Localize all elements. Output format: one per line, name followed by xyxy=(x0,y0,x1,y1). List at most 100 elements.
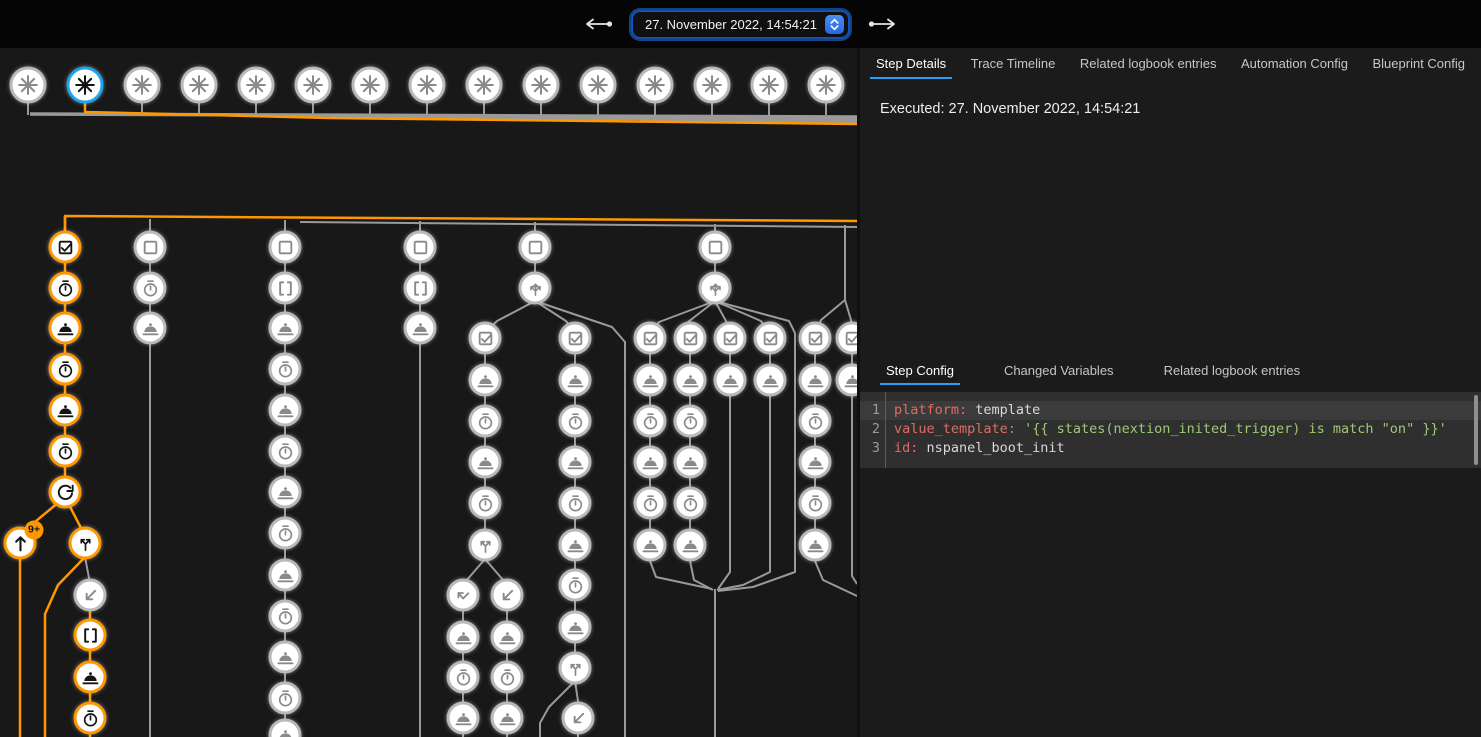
graph-node-timer[interactable] xyxy=(269,682,302,715)
graph-node-timer[interactable] xyxy=(269,517,302,550)
graph-node-timer[interactable] xyxy=(674,487,707,520)
graph-node-asterisk[interactable] xyxy=(67,67,104,104)
next-run-button[interactable] xyxy=(864,14,902,34)
graph-node-checkbox-marked[interactable] xyxy=(49,231,82,264)
graph-node-timer[interactable] xyxy=(49,272,82,305)
graph-node-timer[interactable] xyxy=(49,353,82,386)
graph-node-asterisk[interactable] xyxy=(238,67,275,104)
graph-node-service-bell[interactable] xyxy=(49,394,82,427)
graph-node-asterisk[interactable] xyxy=(295,67,332,104)
graph-node-service-bell[interactable] xyxy=(634,364,667,397)
graph-node-call-split[interactable] xyxy=(469,529,502,562)
graph-node-timer[interactable] xyxy=(134,272,167,305)
graph-node-checkbox-marked[interactable] xyxy=(799,322,832,355)
graph-node-choose-split[interactable] xyxy=(519,272,552,305)
graph-node-arrow-up[interactable]: 9+ xyxy=(4,527,37,560)
graph-node-service-bell[interactable] xyxy=(491,621,524,654)
subtab-step-config[interactable]: Step Config xyxy=(880,355,960,385)
subtab-changed-variables[interactable]: Changed Variables xyxy=(998,355,1120,385)
graph-node-service-bell[interactable] xyxy=(634,446,667,479)
graph-node-timer[interactable] xyxy=(634,405,667,438)
graph-node-timer[interactable] xyxy=(447,661,480,694)
graph-node-service-bell[interactable] xyxy=(469,446,502,479)
graph-node-timer[interactable] xyxy=(559,569,592,602)
graph-node-checkbox-blank[interactable] xyxy=(519,231,552,264)
graph-node-timer[interactable] xyxy=(74,702,107,735)
graph-node-service-bell[interactable] xyxy=(447,621,480,654)
graph-node-service-bell[interactable] xyxy=(799,364,832,397)
graph-node-timer[interactable] xyxy=(559,405,592,438)
graph-node-checkbox-marked[interactable] xyxy=(714,322,747,355)
graph-node-arrow-bottom-left[interactable] xyxy=(491,579,524,612)
graph-node-asterisk[interactable] xyxy=(352,67,389,104)
graph-node-checkbox-marked[interactable] xyxy=(469,322,502,355)
graph-node-checkbox-marked[interactable] xyxy=(754,322,787,355)
graph-node-timer[interactable] xyxy=(674,405,707,438)
graph-node-service-bell[interactable] xyxy=(559,446,592,479)
graph-node-service-bell[interactable] xyxy=(269,641,302,674)
graph-node-service-bell[interactable] xyxy=(269,394,302,427)
graph-node-asterisk[interactable] xyxy=(409,67,446,104)
graph-node-asterisk[interactable] xyxy=(10,67,47,104)
graph-node-timer[interactable] xyxy=(799,405,832,438)
graph-node-timer[interactable] xyxy=(269,600,302,633)
graph-node-brackets[interactable] xyxy=(269,272,302,305)
graph-node-brackets[interactable] xyxy=(404,272,437,305)
graph-node-call-split[interactable] xyxy=(69,527,102,560)
graph-node-checkbox-blank[interactable] xyxy=(699,231,732,264)
graph-node-asterisk[interactable] xyxy=(694,67,731,104)
graph-node-service-bell[interactable] xyxy=(799,446,832,479)
previous-run-button[interactable] xyxy=(579,14,617,34)
graph-node-service-bell[interactable] xyxy=(674,364,707,397)
graph-node-service-bell[interactable] xyxy=(634,529,667,562)
graph-node-timer[interactable] xyxy=(491,661,524,694)
graph-node-brackets[interactable] xyxy=(74,619,107,652)
graph-node-checkbox-blank[interactable] xyxy=(404,231,437,264)
graph-node-timer[interactable] xyxy=(799,487,832,520)
graph-node-service-bell[interactable] xyxy=(49,312,82,345)
graph-node-timer[interactable] xyxy=(269,353,302,386)
graph-node-checkbox-marked[interactable] xyxy=(559,322,592,355)
graph-node-choose-split[interactable] xyxy=(699,272,732,305)
graph-node-service-bell[interactable] xyxy=(269,476,302,509)
tab-step-details[interactable]: Step Details xyxy=(870,48,952,79)
graph-node-service-bell[interactable] xyxy=(269,559,302,592)
graph-node-timer[interactable] xyxy=(559,487,592,520)
graph-node-asterisk[interactable] xyxy=(124,67,161,104)
graph-node-service-bell[interactable] xyxy=(799,529,832,562)
graph-node-asterisk[interactable] xyxy=(637,67,674,104)
graph-node-arrow-bottom-left[interactable] xyxy=(74,579,107,612)
graph-node-service-bell[interactable] xyxy=(491,702,524,735)
graph-node-asterisk[interactable] xyxy=(751,67,788,104)
graph-node-asterisk[interactable] xyxy=(580,67,617,104)
graph-node-service-bell[interactable] xyxy=(469,364,502,397)
graph-node-service-bell[interactable] xyxy=(559,611,592,644)
graph-node-timer[interactable] xyxy=(634,487,667,520)
graph-node-service-bell[interactable] xyxy=(134,312,167,345)
graph-node-asterisk[interactable] xyxy=(466,67,503,104)
graph-node-service-bell[interactable] xyxy=(674,529,707,562)
graph-node-asterisk[interactable] xyxy=(523,67,560,104)
graph-node-refresh[interactable] xyxy=(49,476,82,509)
graph-node-service-bell[interactable] xyxy=(754,364,787,397)
graph-node-service-bell[interactable] xyxy=(74,661,107,694)
tab-trace-timeline[interactable]: Trace Timeline xyxy=(965,48,1062,79)
run-selector[interactable]: 27. November 2022, 14:54:21 xyxy=(633,12,848,37)
graph-node-service-bell[interactable] xyxy=(269,312,302,345)
graph-node-timer[interactable] xyxy=(469,405,502,438)
graph-node-service-bell[interactable] xyxy=(559,529,592,562)
graph-node-service-bell[interactable] xyxy=(559,364,592,397)
tab-related-logbook-entries[interactable]: Related logbook entries xyxy=(1074,48,1223,79)
graph-node-timer[interactable] xyxy=(269,435,302,468)
graph-node-arrow-check[interactable] xyxy=(447,579,480,612)
tab-blueprint-config[interactable]: Blueprint Config xyxy=(1366,48,1471,79)
graph-node-asterisk[interactable] xyxy=(181,67,218,104)
graph-node-service-bell[interactable] xyxy=(674,446,707,479)
subtab-related-logbook-entries[interactable]: Related logbook entries xyxy=(1158,355,1307,385)
graph-node-checkbox-marked[interactable] xyxy=(634,322,667,355)
graph-node-service-bell[interactable] xyxy=(714,364,747,397)
graph-node-checkbox-blank[interactable] xyxy=(269,231,302,264)
graph-node-service-bell[interactable] xyxy=(447,702,480,735)
graph-node-timer[interactable] xyxy=(49,435,82,468)
graph-node-arrow-bottom-left[interactable] xyxy=(562,702,595,735)
